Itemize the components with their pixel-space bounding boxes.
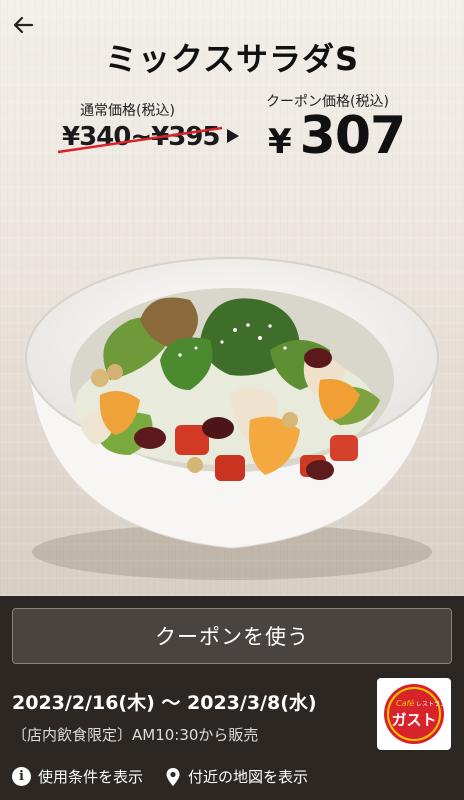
currency-symbol: ¥: [268, 122, 292, 162]
page-title: ミックスサラダS: [104, 40, 360, 78]
use-coupon-button[interactable]: クーポンを使う: [12, 608, 452, 664]
terms-link[interactable]: i 使用条件を表示: [12, 766, 143, 787]
map-link[interactable]: 付近の地図を表示: [165, 766, 308, 787]
coupon-note: 〔店内飲食限定〕AM10:30から販売: [12, 726, 259, 744]
svg-text:ガスト: ガスト: [391, 711, 436, 729]
svg-text:Café: Café: [396, 698, 414, 708]
svg-text:レストラン: レストラン: [416, 701, 446, 708]
gusto-logo-mark: Café レストラン ガスト: [384, 684, 446, 744]
location-pin-icon: [166, 767, 180, 786]
mixed-salad-bowl-photo: [25, 257, 439, 580]
map-label: 付近の地図を表示: [188, 768, 309, 786]
coupon-period: 2023/2/16(木) 〜 2023/3/8(水): [12, 692, 317, 714]
triangle-right-icon: [227, 129, 239, 143]
gusto-logo: Café レストラン ガスト: [377, 678, 451, 750]
hero-image-area: ミックスサラダS 通常価格(税込) ¥340~¥395 クーポン価格(税込) ¥…: [0, 0, 464, 596]
coupon-panel: クーポンを使う 2023/2/16(木) 〜 2023/3/8(水) 〔店内飲食…: [0, 596, 464, 800]
footer-links: i 使用条件を表示 付近の地図を表示: [12, 766, 308, 787]
coupon-price: ¥ 307: [268, 106, 407, 166]
info-icon: i: [12, 767, 31, 786]
coupon-price-value: 307: [299, 106, 407, 166]
strike-through-line: [57, 126, 223, 154]
terms-label: 使用条件を表示: [38, 768, 144, 786]
normal-price-label: 通常価格(税込): [80, 103, 175, 119]
